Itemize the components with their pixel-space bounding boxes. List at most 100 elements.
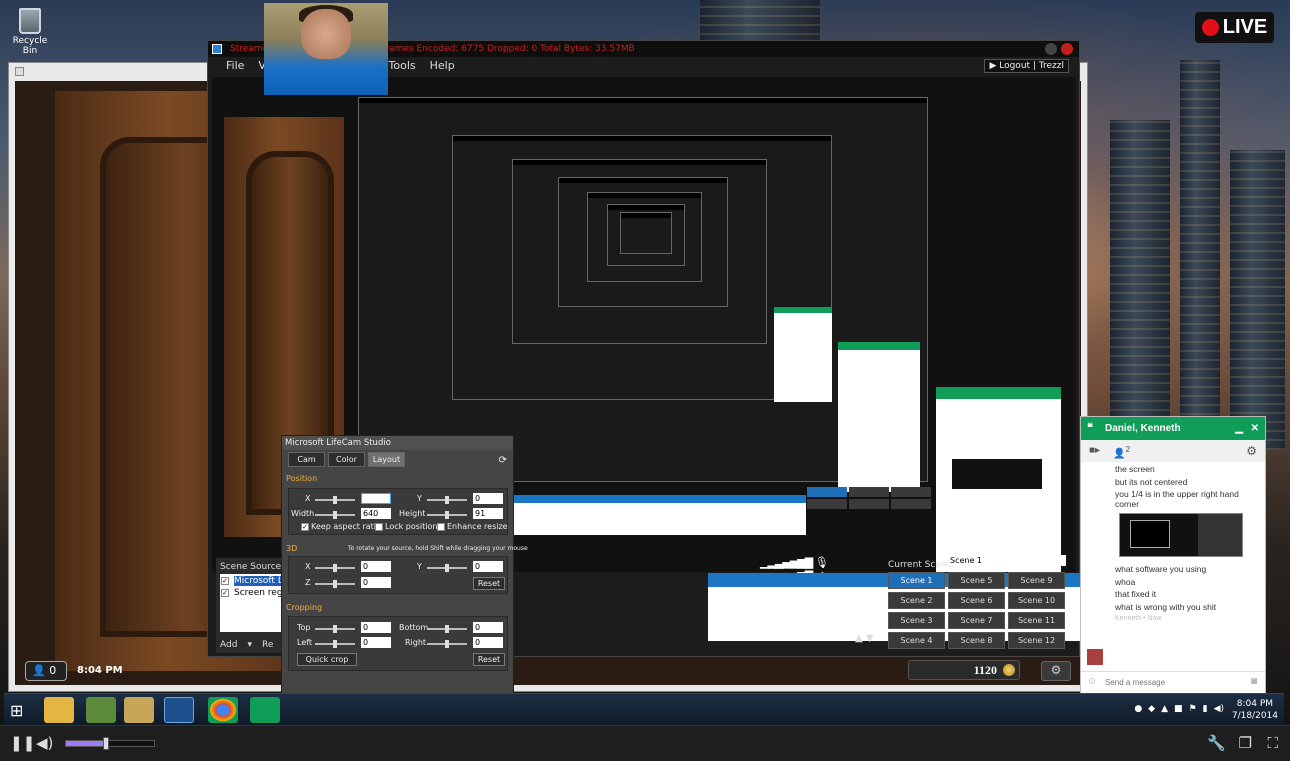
top-field[interactable]: 0 — [361, 622, 391, 633]
settings-gear-icon[interactable]: ⚙ — [1246, 444, 1257, 458]
popout-icon[interactable]: ❐ — [1239, 734, 1252, 752]
y-field[interactable]: 0 — [473, 493, 503, 504]
bottom-slider[interactable] — [427, 625, 467, 633]
logout-button[interactable]: ▶ Logout | Trezzl — [984, 59, 1069, 73]
chat-image[interactable] — [1119, 512, 1243, 557]
minecraft-icon[interactable] — [86, 697, 116, 723]
recycle-bin[interactable]: Recycle Bin — [8, 8, 52, 56]
right-field[interactable]: 0 — [473, 637, 503, 648]
menu-tools[interactable]: Tools — [389, 57, 416, 75]
scene-button[interactable]: Scene 7 — [948, 612, 1005, 629]
width-field[interactable]: 640 — [361, 508, 391, 519]
scene-button[interactable]: Scene 4 — [888, 632, 945, 649]
x3d-slider[interactable] — [315, 564, 355, 572]
height-slider[interactable] — [427, 511, 467, 519]
menu-file[interactable]: File — [226, 57, 244, 75]
cropping-section-label: Cropping — [286, 603, 323, 612]
keep-aspect-checkbox[interactable]: ✓ Keep aspect ratio — [301, 522, 381, 531]
network-icon[interactable]: ▮ — [1203, 704, 1208, 714]
tab-cam[interactable]: Cam — [288, 452, 325, 467]
scene-button[interactable]: Scene 6 — [948, 592, 1005, 609]
x-slider[interactable] — [315, 496, 355, 504]
right-slider[interactable] — [427, 640, 467, 648]
scene-button[interactable]: Scene 3 — [888, 612, 945, 629]
flag-icon[interactable]: ⚑ — [1189, 704, 1197, 714]
chat-message-input[interactable] — [1105, 675, 1235, 690]
scene-button[interactable]: Scene 12 — [1008, 632, 1065, 649]
participants-icon[interactable]: 👤2 — [1113, 444, 1130, 459]
volume-knob[interactable] — [102, 737, 109, 750]
quick-crop-button[interactable]: Quick crop — [297, 653, 357, 666]
refresh-icon[interactable]: ⟳ — [499, 455, 507, 466]
nested-chat — [774, 307, 832, 402]
z-slider[interactable] — [315, 580, 355, 588]
pause-icon[interactable]: ❚❚ — [10, 734, 35, 752]
scene-button[interactable]: Scene 8 — [948, 632, 1005, 649]
close-icon[interactable] — [1061, 43, 1073, 55]
obs-taskbar-icon[interactable] — [164, 697, 194, 723]
height-field[interactable]: 91 — [473, 508, 503, 519]
live-label: LIVE — [1222, 16, 1268, 38]
scene-button[interactable]: Scene 2 — [888, 592, 945, 609]
scene-button[interactable]: Scene 9 — [1008, 572, 1065, 589]
minimize-icon[interactable] — [1045, 43, 1057, 55]
emoji-icon[interactable]: ☺ — [1087, 676, 1097, 687]
current-scene-field[interactable]: Scene 1 — [948, 555, 1066, 566]
tray-icon[interactable]: ▲ — [1161, 704, 1168, 714]
enhance-resize-checkbox[interactable]: Enhance resize — [437, 522, 508, 531]
reset-3d-button[interactable]: Reset — [473, 577, 505, 590]
hearthstone-icon[interactable] — [124, 697, 154, 723]
coin-count: 1120 — [973, 663, 997, 677]
move-arrows-icon[interactable]: ▲ ▼ — [855, 633, 874, 644]
add-source-button[interactable]: Add — [220, 640, 237, 650]
tab-color[interactable]: Color — [328, 452, 365, 467]
taskbar-clock[interactable]: 8:04 PM 7/18/2014 — [1232, 698, 1278, 722]
settings-gear-icon[interactable]: ⚙ — [1041, 661, 1071, 681]
explorer-icon[interactable] — [44, 697, 74, 723]
top-slider[interactable] — [315, 625, 355, 633]
width-slider[interactable] — [315, 511, 355, 519]
hangouts-icon: ❝ — [1087, 422, 1093, 434]
tray-icon[interactable]: ■ — [1174, 704, 1183, 714]
y-slider[interactable] — [427, 496, 467, 504]
settings-wrench-icon[interactable]: 🔧 — [1207, 734, 1226, 752]
scene-button[interactable]: Scene 1 — [888, 572, 945, 589]
lock-position-checkbox[interactable]: Lock position — [375, 522, 437, 531]
volume-icon[interactable]: ◀) — [36, 734, 53, 752]
remove-source-button[interactable]: Re — [262, 640, 273, 650]
video-call-icon[interactable]: ■▸ — [1089, 445, 1100, 456]
camera-icon[interactable]: ◙ — [1251, 676, 1257, 687]
scene-button[interactable]: Scene 5 — [948, 572, 1005, 589]
menu-help[interactable]: Help — [430, 57, 455, 75]
chat-header[interactable]: ❝ Daniel, Kenneth ▁ ✕ — [1081, 417, 1265, 440]
reset-crop-button[interactable]: Reset — [473, 653, 505, 666]
tab-layout[interactable]: Layout — [368, 452, 405, 467]
tray-icon[interactable]: ● — [1134, 704, 1142, 714]
hangouts-icon[interactable] — [250, 697, 280, 723]
checkbox[interactable]: ✓ — [221, 577, 229, 585]
minimize-icon[interactable]: ▁ — [1235, 417, 1243, 440]
scene-button[interactable]: Scene 11 — [1008, 612, 1065, 629]
lifecam-title: Microsoft LifeCam Studio — [282, 436, 513, 450]
tray-icon[interactable]: ◆ — [1148, 704, 1155, 714]
y3d-field[interactable]: 0 — [473, 561, 503, 572]
left-field[interactable]: 0 — [361, 637, 391, 648]
chrome-icon[interactable] — [208, 697, 238, 723]
start-icon[interactable]: ⊞ — [10, 701, 23, 720]
volume-slider[interactable] — [65, 737, 155, 750]
z-field[interactable]: 0 — [361, 577, 391, 588]
volume-icon[interactable]: ◀) — [1214, 704, 1224, 714]
dropdown-icon[interactable]: ▾ — [247, 640, 252, 650]
lifecam-tabs: Cam Color Layout — [288, 452, 405, 467]
y3d-slider[interactable] — [427, 564, 467, 572]
left-slider[interactable] — [315, 640, 355, 648]
chat-message: the screen — [1115, 464, 1155, 474]
scene-button[interactable]: Scene 10 — [1008, 592, 1065, 609]
close-icon[interactable]: ✕ — [1251, 417, 1259, 440]
bottom-field[interactable]: 0 — [473, 622, 503, 633]
x3d-field[interactable]: 0 — [361, 561, 391, 572]
checkbox[interactable]: ✓ — [221, 589, 229, 597]
fullscreen-icon[interactable]: ⛶ — [1267, 734, 1278, 752]
x-field[interactable] — [361, 493, 391, 504]
obs-app-icon — [212, 44, 222, 54]
